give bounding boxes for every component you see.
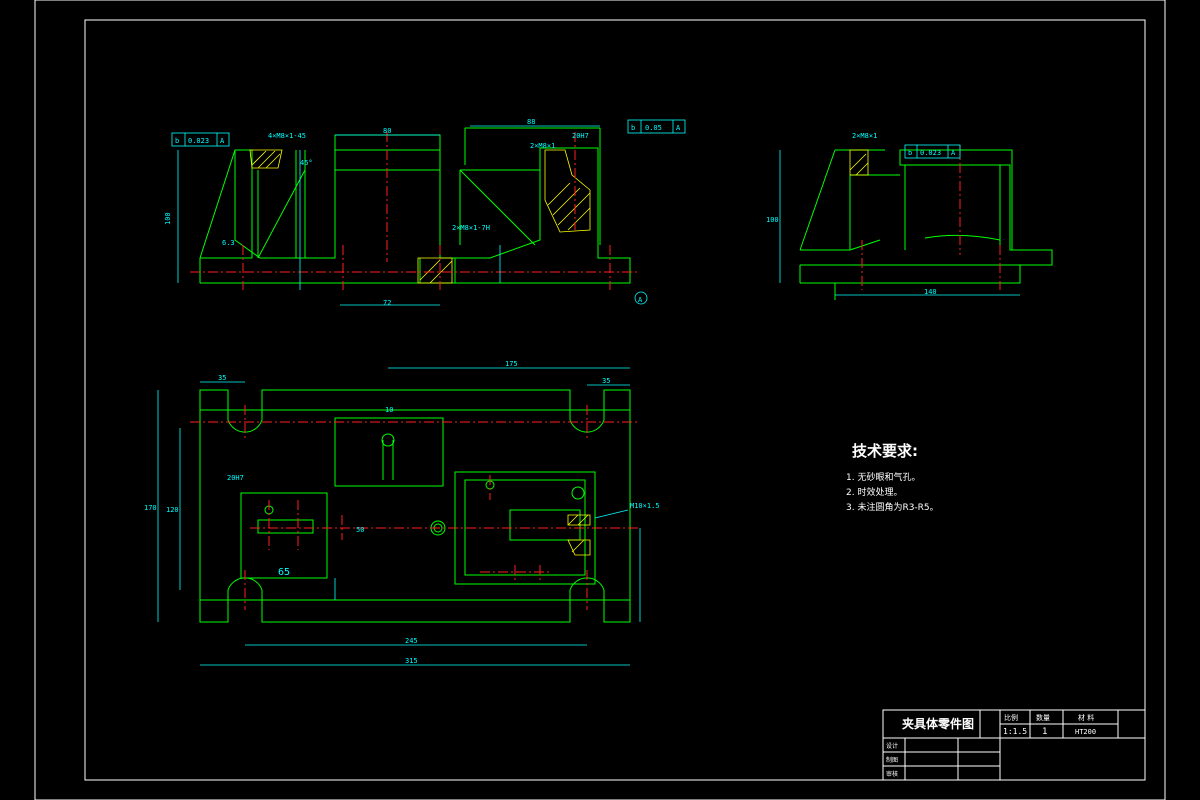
- tolerance-left-value: 0.023: [188, 137, 209, 145]
- dim-hole-bottom: 2×M8×1-7H: [452, 224, 490, 232]
- top-view-outline: [199, 389, 631, 623]
- front-view: b 0.023 A b 0.05 A 80 88 20H7 4×M8×1-45 …: [164, 118, 686, 307]
- datum-label: A: [638, 296, 643, 304]
- dim-bottom: 72: [383, 299, 391, 307]
- top-dim-inner-height: 120: [166, 506, 179, 514]
- tolerance-right-datum: A: [676, 124, 681, 132]
- side-view-dimensions: [779, 144, 1020, 296]
- top-dim-bolt: M10×1.5: [630, 502, 660, 510]
- row-review: 审核: [886, 770, 898, 778]
- dim-slot-width: 20H7: [572, 132, 589, 140]
- top-view-hatching: [567, 514, 591, 556]
- top-dim-right-inset: 35: [602, 377, 610, 385]
- dim-overall-width: 88: [527, 118, 535, 126]
- tolerance-left-datum: A: [220, 137, 225, 145]
- drawing-name: 夹具体零件图: [902, 716, 974, 731]
- tolerance-right-value: 0.05: [645, 124, 662, 132]
- drawing-frame: [34, 0, 1166, 800]
- side-dim-hole: 2×M8×1: [852, 132, 877, 140]
- side-dim-width: 140: [924, 288, 937, 296]
- dim-chamfer: 45°: [300, 159, 313, 167]
- dim-hole-mid: 2×M8×1: [530, 142, 555, 150]
- material-value: HT200: [1075, 728, 1096, 736]
- quantity-value: 1: [1042, 727, 1047, 737]
- top-dim-block-width: 65: [278, 567, 290, 578]
- dim-hole-left: 4×M8×1-45: [268, 132, 306, 140]
- side-dim-height: 100: [766, 216, 779, 224]
- top-view-dimension-text: 315 245 175 35 35 170 120 20H7 M10×1.5 5…: [144, 360, 660, 665]
- front-view-dimensions: [171, 119, 686, 306]
- side-view-centerlines: [861, 145, 1001, 290]
- row-draw: 制图: [886, 756, 898, 764]
- technical-requirements-heading: 技术要求:: [852, 442, 918, 460]
- dim-height: 100: [164, 212, 172, 225]
- requirement-item-3: 3. 未注圆角为R3-R5。: [846, 503, 939, 513]
- top-view: 315 245 175 35 35 170 120 20H7 M10×1.5 5…: [144, 360, 660, 666]
- cad-drawing-canvas: b 0.023 A b 0.05 A 80 88 20H7 4×M8×1-45 …: [34, 0, 1166, 800]
- scale-value: 1:1.5: [1003, 727, 1027, 736]
- dim-top-width: 80: [383, 127, 391, 135]
- top-dim-span: 175: [505, 360, 518, 368]
- side-tolerance-value: 0.023: [920, 149, 941, 157]
- top-dim-overall: 315: [405, 657, 418, 665]
- roughness-value: 6.3: [222, 239, 235, 247]
- top-dim-block-h: 50: [356, 526, 364, 534]
- side-view-dimension-text: b 0.023 A 140 100 2×M8×1: [766, 132, 956, 296]
- quantity-label: 数量: [1036, 713, 1050, 722]
- side-view: b 0.023 A 140 100 2×M8×1: [766, 132, 1053, 300]
- title-block-text: 夹具体零件图 比例 1:1.5 数量 1 材 料 HT200 设计 制图 审核: [886, 713, 1096, 778]
- material-label: 材 料: [1078, 713, 1094, 722]
- requirement-item-2: 2. 时效处理。: [846, 488, 903, 498]
- row-design: 设计: [886, 742, 898, 750]
- top-dim-left-inset: 35: [218, 374, 226, 382]
- top-dim-small: 10: [385, 406, 393, 414]
- tolerance-right-symbol: b: [631, 124, 635, 132]
- top-dim-inner: 245: [405, 637, 418, 645]
- requirement-item-1: 1. 无砂眼和气孔。: [846, 473, 921, 483]
- side-tolerance-symbol: b: [908, 149, 912, 157]
- top-dim-slot: 20H7: [227, 474, 244, 482]
- top-dim-height: 170: [144, 504, 157, 512]
- side-view-hatching: [849, 149, 869, 176]
- tolerance-left-symbol: b: [175, 137, 179, 145]
- front-view-dimension-text: b 0.023 A b 0.05 A 80 88 20H7 4×M8×1-45 …: [164, 118, 681, 307]
- technical-requirements: 技术要求: 1. 无砂眼和气孔。 2. 时效处理。 3. 未注圆角为R3-R5。: [846, 440, 939, 516]
- top-view-centerlines: [190, 405, 640, 610]
- scale-label: 比例: [1004, 713, 1018, 722]
- side-view-outline: [799, 149, 1053, 300]
